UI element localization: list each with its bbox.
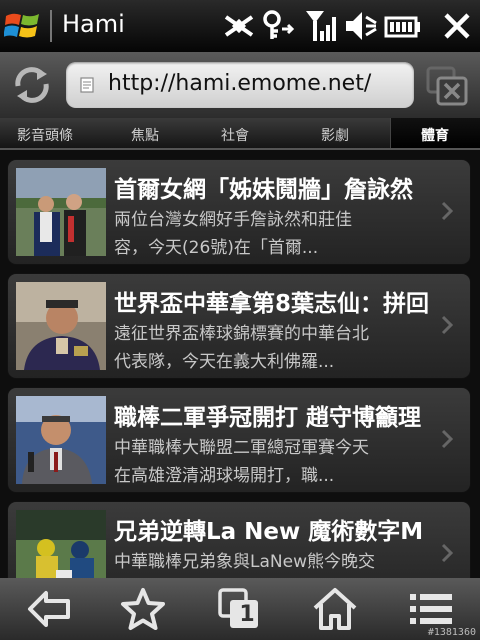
speaker-photo xyxy=(16,396,106,484)
signal-icon xyxy=(306,11,336,41)
tab-sports[interactable]: 體育 xyxy=(390,125,480,145)
menu-icon[interactable] xyxy=(406,586,456,632)
baseball-game-photo xyxy=(16,510,106,578)
title-separator xyxy=(50,10,52,42)
news-summary-line2: 代表隊，今天在義大利佛羅... xyxy=(114,352,335,372)
news-summary: 中華職棒兄弟象與LaNew熊今晚交 xyxy=(114,548,436,578)
app-title: Hami xyxy=(62,10,125,38)
tennis-players-photo xyxy=(16,168,106,256)
news-summary-line1: 中華職棒大聯盟二軍總冠軍賽今天 xyxy=(114,438,369,458)
news-list: 首爾女網「姊妹鬩牆」詹詠然 兩位台灣女網好手詹詠然和莊佳 容，今天(26號)在「… xyxy=(0,150,480,578)
news-title: 兄弟逆轉La New 魔術數字M xyxy=(114,519,424,544)
home-icon[interactable] xyxy=(310,586,360,632)
chevron-right-icon xyxy=(441,543,454,563)
close-icon[interactable] xyxy=(440,9,474,43)
refresh-icon[interactable] xyxy=(10,64,54,106)
news-summary-line2: 容，今天(26號)在「首爾... xyxy=(114,238,319,258)
news-summary-line1: 遠征世界盃棒球錦標賽的中華台北 xyxy=(114,324,369,344)
list-item[interactable]: 首爾女網「姊妹鬩牆」詹詠然 兩位台灣女網好手詹詠然和莊佳 容，今天(26號)在「… xyxy=(8,160,470,264)
watermark: #1381360 xyxy=(427,627,476,638)
category-tabs: 影音頭條 焦點 社會 影劇 體育 xyxy=(0,118,480,150)
chevron-right-icon xyxy=(441,201,454,221)
coach-portrait-photo xyxy=(16,282,106,370)
volume-muted-icon[interactable] xyxy=(344,9,378,43)
news-title: 世界盃中華拿第8葉志仙：拼回 xyxy=(114,291,430,316)
news-summary-line1: 中華職棒兄弟象與LaNew熊今晚交 xyxy=(114,552,375,572)
tab-society[interactable]: 社會 xyxy=(190,125,280,145)
news-title: 職棒二軍爭冠開打 趙守博籲理 xyxy=(114,405,422,430)
page-icon xyxy=(80,77,94,93)
tab-focus[interactable]: 焦點 xyxy=(100,125,190,145)
chevron-right-icon xyxy=(441,315,454,335)
url-text: http://hami.emome.net/ xyxy=(108,71,372,96)
tab-count: 1 xyxy=(239,602,255,627)
news-title: 首爾女網「姊妹鬩牆」詹詠然 xyxy=(114,177,413,202)
tab-entertainment[interactable]: 影劇 xyxy=(290,125,380,145)
status-bar: Hami xyxy=(0,0,480,52)
battery-icon xyxy=(384,16,420,38)
back-arrow-icon[interactable] xyxy=(24,586,74,632)
windows-logo-icon[interactable] xyxy=(4,8,42,44)
list-item[interactable]: 兄弟逆轉La New 魔術數字M 中華職棒兄弟象與LaNew熊今晚交 xyxy=(8,502,470,578)
bluetooth-icon[interactable] xyxy=(222,9,256,43)
sync-icon[interactable] xyxy=(260,9,296,43)
news-summary: 兩位台灣女網好手詹詠然和莊佳 容，今天(26號)在「首爾... xyxy=(114,206,436,262)
bottom-toolbar: 1 #1381360 xyxy=(0,578,480,640)
url-input[interactable]: http://hami.emome.net/ xyxy=(66,62,414,108)
news-summary: 遠征世界盃棒球錦標賽的中華台北 代表隊，今天在義大利佛羅... xyxy=(114,320,436,376)
list-item[interactable]: 職棒二軍爭冠開打 趙守博籲理 中華職棒大聯盟二軍總冠軍賽今天 在高雄澄清湖球場開… xyxy=(8,388,470,492)
list-item[interactable]: 世界盃中華拿第8葉志仙：拼回 遠征世界盃棒球錦標賽的中華台北 代表隊，今天在義大… xyxy=(8,274,470,378)
tab-video-headlines[interactable]: 影音頭條 xyxy=(0,125,90,145)
chevron-right-icon xyxy=(441,429,454,449)
news-summary-line1: 兩位台灣女網好手詹詠然和莊佳 xyxy=(114,210,352,230)
favorites-star-icon[interactable] xyxy=(118,586,168,632)
tabs-count-button[interactable]: 1 xyxy=(214,586,264,632)
news-summary-line2: 在高雄澄清湖球場開打，職... xyxy=(114,466,335,486)
tabs-close-icon[interactable] xyxy=(424,64,470,108)
address-bar: http://hami.emome.net/ xyxy=(0,52,480,118)
news-summary: 中華職棒大聯盟二軍總冠軍賽今天 在高雄澄清湖球場開打，職... xyxy=(114,434,436,490)
